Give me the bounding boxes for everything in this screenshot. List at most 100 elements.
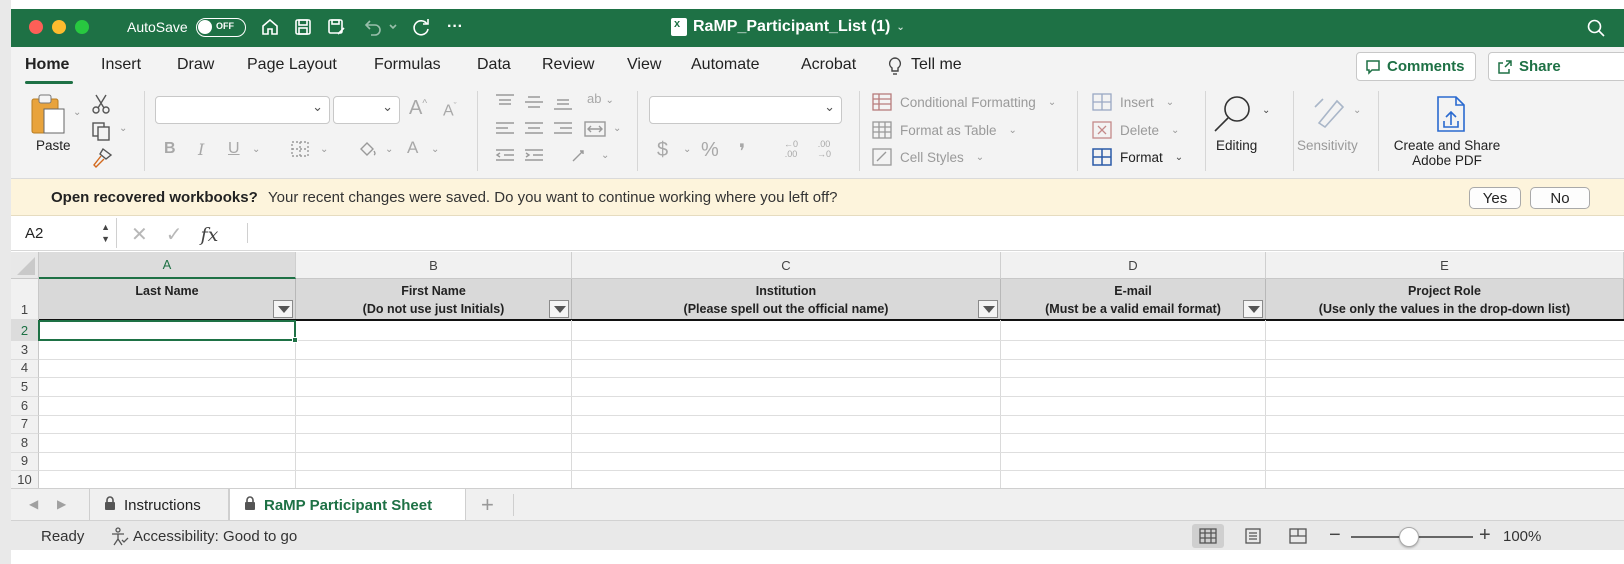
sensitivity-button[interactable] — [1309, 93, 1347, 134]
autosave-toggle[interactable]: OFF — [196, 18, 246, 37]
italic-button[interactable]: I — [198, 140, 204, 159]
underline-button[interactable]: U — [228, 140, 240, 158]
tell-me-search[interactable]: Tell me — [911, 56, 962, 74]
filter-dropdown-button[interactable] — [978, 300, 998, 318]
tab-review[interactable]: Review — [542, 56, 594, 74]
header-cell-first-name[interactable]: First Name (Do not use just Initials) — [296, 279, 572, 320]
row-header-6[interactable]: 6 — [11, 397, 39, 416]
zoom-slider-handle[interactable] — [1399, 527, 1419, 547]
borders-dropdown-icon[interactable]: ⌄ — [320, 144, 328, 155]
row-header-2[interactable]: 2 — [11, 320, 39, 341]
tab-page-layout[interactable]: Page Layout — [247, 56, 337, 74]
cut-icon[interactable] — [91, 93, 111, 118]
sheet-tab-instructions[interactable]: Instructions — [89, 489, 229, 521]
next-sheet-button[interactable]: ▶ — [57, 497, 66, 511]
page-break-view-icon[interactable] — [1282, 524, 1314, 548]
home-icon[interactable] — [258, 15, 282, 39]
comma-style-button[interactable]: ❜ — [739, 139, 745, 164]
column-header-a[interactable]: A — [39, 252, 296, 279]
insert-function-icon[interactable]: fx — [201, 224, 219, 246]
delete-cells-button[interactable]: Delete ⌄ — [1092, 121, 1179, 139]
editing-dropdown-icon[interactable]: ⌄ — [1262, 105, 1270, 116]
tab-automate[interactable]: Automate — [691, 56, 759, 74]
wrap-dropdown-icon[interactable]: ⌄ — [601, 150, 609, 161]
row-header-8[interactable]: 8 — [11, 434, 39, 453]
more-icon[interactable]: ··· — [443, 15, 467, 39]
tab-view[interactable]: View — [627, 56, 661, 74]
previous-sheet-button[interactable]: ◀ — [29, 497, 38, 511]
bold-button[interactable]: B — [164, 140, 176, 158]
yes-button[interactable]: Yes — [1469, 187, 1521, 209]
fill-color-dropdown-icon[interactable]: ⌄ — [385, 144, 393, 155]
filter-dropdown-button[interactable] — [273, 300, 293, 318]
tab-data[interactable]: Data — [477, 56, 511, 74]
tab-draw[interactable]: Draw — [177, 56, 214, 74]
currency-button[interactable]: $ — [657, 139, 668, 162]
number-format-combo[interactable] — [649, 96, 842, 124]
column-header-e[interactable]: E — [1266, 252, 1624, 279]
accessibility-status[interactable]: Accessibility: Good to go — [133, 528, 297, 545]
redo-icon[interactable] — [409, 15, 433, 39]
insert-cells-button[interactable]: Insert ⌄ — [1092, 93, 1174, 111]
save-as-icon[interactable] — [324, 15, 348, 39]
wrap-text-icon[interactable] — [571, 147, 595, 168]
tab-insert[interactable]: Insert — [101, 56, 141, 74]
header-cell-email[interactable]: E-mail (Must be a valid email format) — [1001, 279, 1266, 320]
search-icon[interactable] — [1584, 16, 1608, 40]
copy-icon[interactable] — [91, 121, 113, 144]
align-center-icon[interactable] — [523, 120, 545, 141]
sensitivity-dropdown-icon[interactable]: ⌄ — [1353, 105, 1361, 116]
page-layout-view-icon[interactable] — [1237, 524, 1269, 548]
filter-dropdown-button[interactable] — [549, 300, 569, 318]
tab-acrobat[interactable]: Acrobat — [801, 56, 856, 74]
undo-dropdown-icon[interactable] — [386, 15, 400, 39]
title-chevron-icon[interactable]: ⌄ — [896, 22, 904, 33]
sheet-tab-ramp-participant-sheet[interactable]: RaMP Participant Sheet — [229, 489, 466, 521]
merge-icon[interactable] — [583, 120, 607, 141]
select-all-button[interactable] — [11, 252, 39, 279]
undo-icon[interactable] — [361, 15, 385, 39]
align-bottom-icon[interactable] — [552, 93, 574, 114]
decrease-font-size-button[interactable]: Aˇ — [443, 101, 457, 120]
row-header-10[interactable]: 10 — [11, 471, 39, 488]
row-header-3[interactable]: 3 — [11, 341, 39, 360]
format-as-table-button[interactable]: Format as Table ⌄ — [872, 121, 1017, 139]
percent-button[interactable]: % — [701, 139, 719, 162]
row-header-5[interactable]: 5 — [11, 378, 39, 397]
underline-dropdown-icon[interactable]: ⌄ — [252, 144, 260, 155]
increase-decimal-button[interactable]: ←0.00 — [784, 139, 798, 159]
fill-color-icon[interactable] — [357, 139, 377, 162]
close-window-button[interactable] — [29, 20, 43, 34]
align-middle-icon[interactable] — [523, 93, 545, 114]
increase-font-size-button[interactable]: A^ — [409, 97, 427, 120]
decrease-decimal-button[interactable]: .00 →0 — [817, 139, 831, 159]
enter-icon[interactable]: ✓ — [166, 222, 183, 247]
paste-dropdown-icon[interactable]: ⌄ — [73, 107, 81, 118]
conditional-formatting-button[interactable]: Conditional Formatting ⌄ — [872, 93, 1056, 111]
tab-formulas[interactable]: Formulas — [374, 56, 441, 74]
tab-home[interactable]: Home — [25, 56, 69, 74]
merge-dropdown-icon[interactable]: ⌄ — [613, 123, 621, 134]
row-header-7[interactable]: 7 — [11, 416, 39, 434]
copy-dropdown-icon[interactable]: ⌄ — [119, 123, 127, 134]
save-icon[interactable] — [291, 15, 315, 39]
minimize-window-button[interactable] — [52, 20, 66, 34]
zoom-window-button[interactable] — [75, 20, 89, 34]
currency-dropdown-icon[interactable]: ⌄ — [683, 144, 691, 155]
column-header-d[interactable]: D — [1001, 252, 1266, 279]
active-cell-a2[interactable] — [38, 320, 298, 343]
orientation-button[interactable]: ab ⌄ — [587, 91, 614, 106]
editing-button[interactable] — [1211, 93, 1255, 140]
name-box[interactable]: A2 ▲ ▼ — [15, 218, 117, 248]
row-header-1[interactable]: 1 — [11, 279, 39, 320]
accessibility-icon[interactable] — [109, 527, 129, 550]
column-header-b[interactable]: B — [296, 252, 572, 279]
header-cell-institution[interactable]: Institution (Please spell out the offici… — [572, 279, 1001, 320]
share-button[interactable]: Share — [1488, 52, 1624, 81]
fill-handle[interactable] — [292, 337, 298, 343]
zoom-out-button[interactable]: − — [1329, 524, 1341, 547]
add-sheet-button[interactable]: + — [481, 492, 494, 518]
comments-button[interactable]: Comments — [1356, 52, 1476, 81]
font-name-combo[interactable] — [155, 96, 330, 124]
align-top-icon[interactable] — [494, 93, 516, 114]
